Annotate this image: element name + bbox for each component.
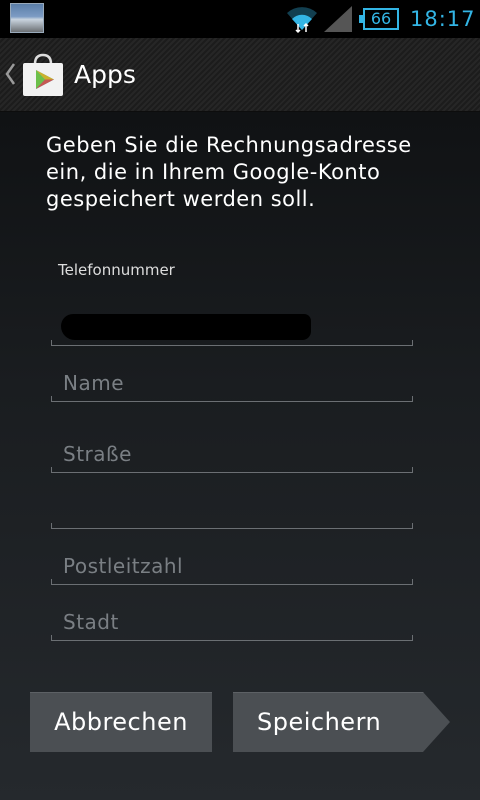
postal-code-field[interactable]: Postleitzahl (51, 549, 413, 585)
wifi-icon (287, 7, 317, 34)
play-store-bag-icon[interactable] (20, 52, 66, 98)
battery-icon: 66 (359, 8, 399, 30)
up-caret-icon[interactable] (4, 62, 16, 86)
name-field[interactable]: Name (51, 366, 413, 402)
intro-text: Geben Sie die Rechnungsadresse ein, die … (46, 133, 412, 211)
status-bar: 66 18:17 (0, 0, 480, 38)
cancel-button[interactable]: Abbrechen (30, 692, 212, 752)
billing-address-form: Geben Sie die Rechnungsadresse ein, die … (0, 112, 480, 800)
clock-time: 18:17 (410, 7, 476, 31)
action-bar-title: Apps (74, 60, 136, 89)
street-field[interactable]: Straße (51, 437, 413, 473)
street-line2-field[interactable] (51, 493, 413, 529)
image-notification-icon[interactable] (10, 3, 44, 33)
save-button[interactable]: Speichern (233, 692, 450, 752)
name-placeholder: Name (63, 371, 125, 395)
city-field[interactable]: Stadt (51, 605, 413, 641)
street-placeholder: Straße (63, 442, 132, 466)
phone-label: Telefonnummer (58, 261, 175, 279)
action-bar: Apps (0, 38, 480, 112)
postal-code-placeholder: Postleitzahl (63, 554, 184, 578)
city-placeholder: Stadt (63, 610, 119, 634)
redacted-phone-value (61, 314, 311, 340)
signal-strength-icon (324, 6, 352, 32)
phone-field[interactable] (51, 310, 413, 346)
